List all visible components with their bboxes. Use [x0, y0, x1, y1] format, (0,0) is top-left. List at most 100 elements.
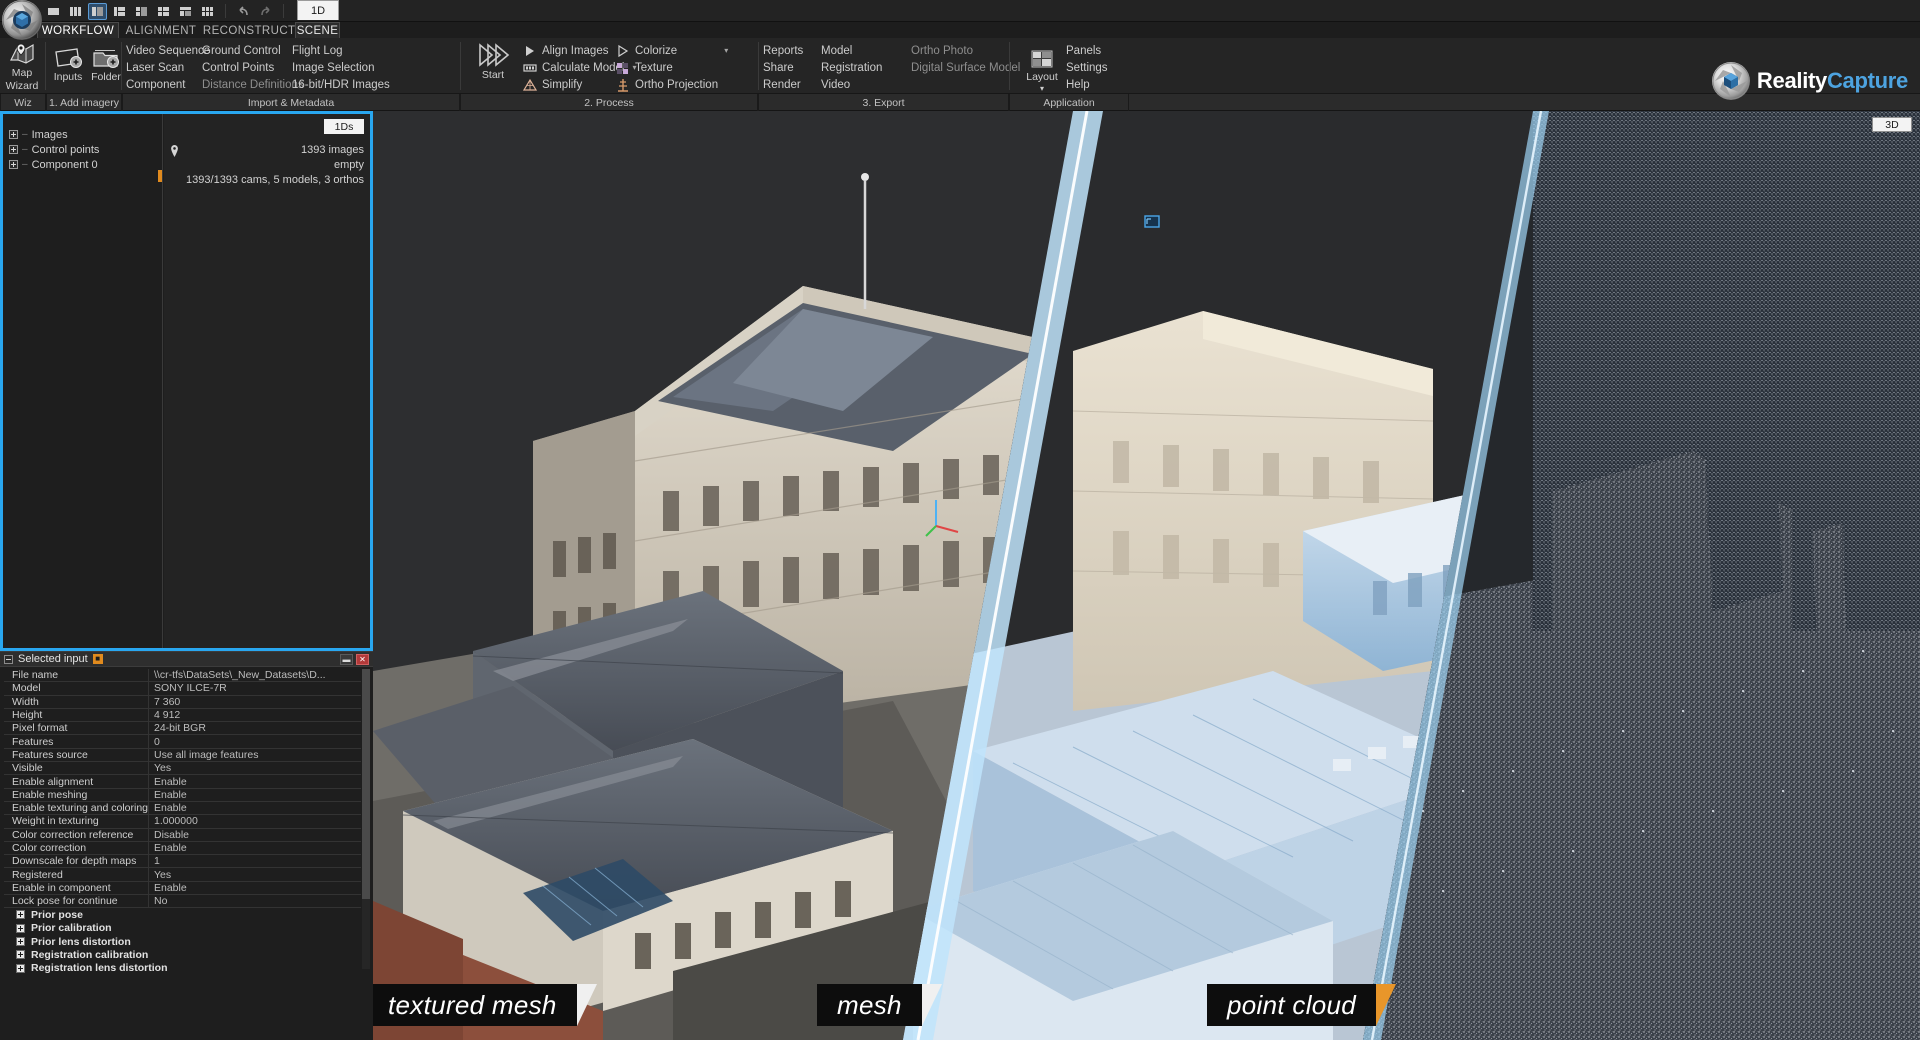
property-group-prior-calibration[interactable]: Prior calibration — [4, 922, 361, 935]
property-value[interactable]: SONY ILCE-7R — [149, 682, 361, 694]
ribbon-item-16-bit-hdr-images[interactable]: 16-bit/HDR Images — [292, 76, 412, 93]
expand-icon[interactable] — [16, 964, 25, 973]
tree-item-component-0[interactable]: –Component 0 — [3, 157, 162, 172]
ribbon-tab-alignment[interactable]: ALIGNMENT — [119, 22, 203, 39]
layout-top-split-icon[interactable] — [176, 3, 195, 20]
ribbon-item-settings[interactable]: Settings — [1066, 59, 1108, 76]
expand-icon[interactable] — [9, 160, 18, 169]
property-row[interactable]: Enable alignmentEnable — [4, 775, 361, 788]
layout-left-split-icon[interactable] — [88, 3, 107, 20]
expand-icon[interactable] — [16, 937, 25, 946]
undo-icon[interactable] — [234, 3, 253, 20]
application-column: PanelsSettingsHelp — [1066, 42, 1108, 93]
ribbon-item-model[interactable]: Model — [821, 42, 911, 59]
property-value[interactable]: 0 — [149, 735, 361, 747]
property-row[interactable]: RegisteredYes — [4, 868, 361, 881]
property-row[interactable]: Color correctionEnable — [4, 842, 361, 855]
property-group-prior-lens-distortion[interactable]: Prior lens distortion — [4, 935, 361, 948]
view-tab-1d[interactable]: 1D — [297, 0, 339, 20]
ribbon-item-panels[interactable]: Panels — [1066, 42, 1108, 59]
property-row[interactable]: Downscale for depth maps1 — [4, 855, 361, 868]
ribbon-item-label: Colorize — [635, 45, 677, 57]
property-group-prior-pose[interactable]: Prior pose — [4, 908, 361, 921]
pin-badge-icon[interactable]: ■ — [93, 654, 103, 664]
ribbon-item-video[interactable]: Video — [821, 76, 911, 93]
property-row[interactable]: Color correction referenceDisable — [4, 829, 361, 842]
property-value[interactable]: Enable — [149, 789, 361, 801]
property-group-registration-calibration[interactable]: Registration calibration — [4, 948, 361, 961]
selected-input-properties: File name\\cr-tfs\DataSets\_New_Datasets… — [4, 669, 361, 975]
property-row[interactable]: ModelSONY ILCE-7R — [4, 682, 361, 695]
expand-icon[interactable] — [9, 130, 18, 139]
layout-single-icon[interactable] — [44, 3, 63, 20]
property-value[interactable]: Enable — [149, 775, 361, 787]
expand-icon[interactable] — [16, 910, 25, 919]
property-row[interactable]: Enable in componentEnable — [4, 882, 361, 895]
property-row[interactable]: VisibleYes — [4, 762, 361, 775]
expand-icon[interactable] — [9, 145, 18, 154]
ribbon-item-texture[interactable]: Texture — [616, 59, 728, 76]
property-group-registration-lens-distortion[interactable]: Registration lens distortion — [4, 962, 361, 975]
property-value[interactable]: Yes — [149, 762, 361, 774]
property-row[interactable]: Enable meshingEnable — [4, 789, 361, 802]
ribbon-item-help[interactable]: Help — [1066, 76, 1108, 93]
ribbon-item-ortho-projection[interactable]: Ortho Projection — [616, 76, 728, 93]
property-row[interactable]: Lock pose for continueNo — [4, 895, 361, 908]
ribbon-item-flight-log[interactable]: Flight Log — [292, 42, 412, 59]
property-value[interactable]: Enable — [149, 842, 361, 854]
property-value[interactable]: Enable — [149, 882, 361, 894]
dock-icon[interactable]: ▬ — [340, 654, 353, 665]
ribbon-item-image-selection[interactable]: Image Selection — [292, 59, 412, 76]
property-value[interactable]: Disable — [149, 829, 361, 841]
property-row[interactable]: Pixel format24-bit BGR — [4, 722, 361, 735]
ribbon-tab-workflow[interactable]: WORKFLOW — [37, 22, 119, 39]
layout-chevron-icon[interactable]: ▾ — [1020, 85, 1064, 93]
brand-capture: Capture — [1827, 68, 1908, 93]
ribbon-item-reports[interactable]: Reports — [763, 42, 821, 59]
property-row[interactable]: Width7 360 — [4, 696, 361, 709]
app-logo-icon[interactable] — [2, 0, 42, 40]
redo-icon[interactable] — [256, 3, 275, 20]
tree-item-control-points[interactable]: –Control points — [3, 142, 162, 157]
layout-button[interactable]: Layout ▾ — [1020, 44, 1064, 93]
ribbon-tab-scene[interactable]: SCENE — [295, 22, 340, 39]
chevron-down-icon[interactable]: ▾ — [724, 46, 728, 55]
map-wizard-button[interactable]: Map Wizard — [0, 40, 46, 92]
expand-icon[interactable] — [16, 950, 25, 959]
ribbon-item-share[interactable]: Share — [763, 59, 821, 76]
tree-badge-1ds[interactable]: 1Ds — [324, 119, 364, 134]
property-row[interactable]: Weight in texturing1.000000 — [4, 815, 361, 828]
property-value[interactable]: 24-bit BGR — [149, 722, 361, 734]
layout-two-pane-icon[interactable] — [132, 3, 151, 20]
property-row[interactable]: Enable texturing and coloringEnable — [4, 802, 361, 815]
process-column-2: Colorize ▾ TextureOrtho Projection — [616, 42, 728, 93]
property-row[interactable]: File name\\cr-tfs\DataSets\_New_Datasets… — [4, 669, 361, 682]
property-value[interactable]: 7 360 — [149, 696, 361, 708]
property-value[interactable]: 4 912 — [149, 709, 361, 721]
ribbon-item-render[interactable]: Render — [763, 76, 821, 93]
property-value[interactable]: Yes — [149, 868, 361, 880]
property-value[interactable]: 1 — [149, 855, 361, 867]
layout-quad-icon[interactable] — [154, 3, 173, 20]
expand-icon[interactable] — [16, 924, 25, 933]
property-row[interactable]: Features0 — [4, 735, 361, 748]
property-row[interactable]: Height4 912 — [4, 709, 361, 722]
property-value[interactable]: 1.000000 — [149, 815, 361, 827]
3d-viewport[interactable]: 3D textured mesh mesh point cloud — [373, 111, 1920, 1040]
ribbon-item-registration[interactable]: Registration — [821, 59, 911, 76]
property-value[interactable]: Use all image features — [149, 749, 361, 761]
layout-three-columns-icon[interactable] — [66, 3, 85, 20]
layout-grid-icon[interactable] — [198, 3, 217, 20]
tree-item-images[interactable]: –Images — [3, 127, 162, 142]
properties-scrollbar[interactable] — [362, 669, 370, 969]
collapse-icon[interactable] — [4, 655, 13, 664]
close-icon[interactable]: ✕ — [356, 654, 369, 665]
start-button[interactable]: Start — [471, 42, 515, 81]
property-row[interactable]: Features sourceUse all image features — [4, 749, 361, 762]
property-value[interactable]: \\cr-tfs\DataSets\_New_Datasets\D... — [149, 669, 361, 681]
ribbon-item-colorize[interactable]: Colorize ▾ — [616, 42, 728, 59]
layout-list-detail-icon[interactable] — [110, 3, 129, 20]
property-value[interactable]: No — [149, 895, 361, 907]
property-value[interactable]: Enable — [149, 802, 361, 814]
viewport-badge-3d[interactable]: 3D — [1872, 117, 1912, 132]
